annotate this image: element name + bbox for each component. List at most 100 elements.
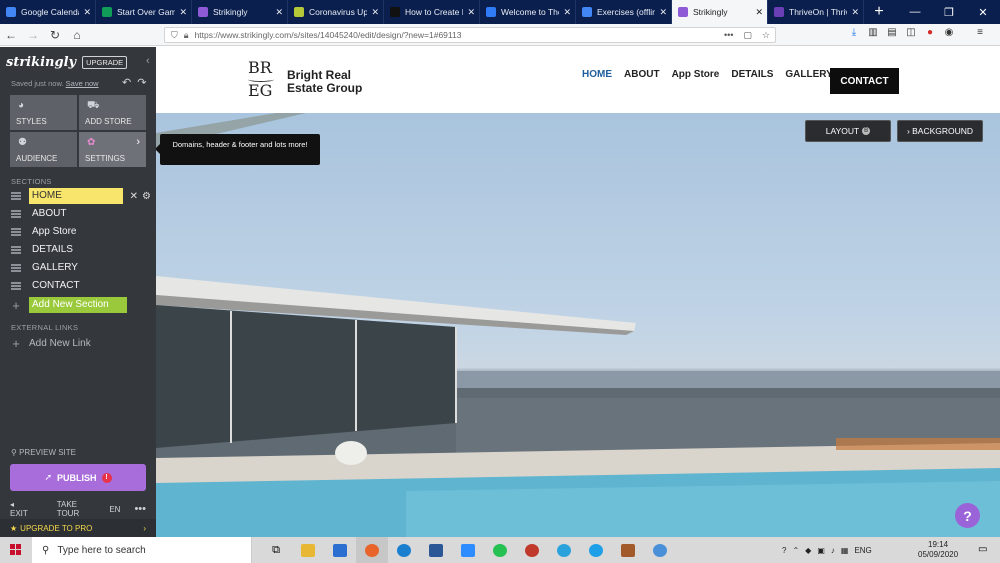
telegram-icon[interactable] — [548, 537, 580, 563]
undo-icon[interactable]: ↶ — [122, 77, 137, 89]
section-item-home[interactable]: HOME ✕ ⚙ — [11, 187, 151, 205]
close-tab-icon[interactable]: ✕ — [83, 7, 91, 18]
adblock-icon[interactable]: ● — [924, 27, 936, 41]
layout-button[interactable]: LAYOUT B — [805, 120, 891, 142]
browser-tab[interactable]: Google Calendar ✕ — [0, 0, 96, 24]
edge-icon[interactable] — [388, 537, 420, 563]
section-item-about[interactable]: ABOUT — [11, 205, 151, 223]
browser-tab[interactable]: Coronavirus Upd ✕ — [288, 0, 384, 24]
whatsapp-icon[interactable] — [484, 537, 516, 563]
tray-chevron-up-icon[interactable]: ⌃ — [792, 546, 799, 555]
language-button[interactable]: EN — [109, 505, 120, 514]
preview-site-label[interactable]: PREVIEW SITE — [19, 448, 76, 457]
section-item-details[interactable]: DETAILS — [11, 241, 151, 259]
nav-app-store[interactable]: App Store — [672, 69, 720, 80]
nav-about[interactable]: ABOUT — [624, 69, 660, 80]
site-logo[interactable]: BR EG — [248, 59, 274, 100]
settings-tool[interactable]: ✿ › SETTINGS — [79, 132, 146, 167]
preview-site[interactable]: ⚲ PREVIEW SITE — [11, 448, 76, 457]
url-bar[interactable]: ⛉ 🔒︎ https://www.strikingly.com/s/sites/… — [164, 27, 776, 43]
section-label[interactable]: DETAILS — [29, 242, 73, 258]
nav-home[interactable]: HOME — [582, 69, 612, 80]
more-actions-icon[interactable]: ••• — [724, 30, 733, 40]
firefox-icon[interactable] — [356, 537, 388, 563]
reload-icon[interactable]: ↻ — [44, 28, 66, 42]
close-tab-icon[interactable]: ✕ — [659, 7, 667, 18]
restore-icon[interactable]: ❐ — [932, 0, 966, 24]
company-name[interactable]: Bright Real Estate Group — [287, 69, 362, 95]
download-icon[interactable]: ⤓ — [848, 27, 860, 41]
settings-app-icon[interactable] — [516, 537, 548, 563]
chat-app-icon[interactable] — [644, 537, 676, 563]
store-app-icon[interactable] — [612, 537, 644, 563]
tray-app-icon[interactable]: ▦ — [841, 546, 849, 555]
add-new-section[interactable]: + Add New Section — [11, 296, 151, 314]
close-tab-icon[interactable]: ✕ — [371, 7, 379, 18]
browser-tab[interactable]: Welcome to The ✕ — [480, 0, 576, 24]
help-tray-icon[interactable]: ? — [782, 546, 786, 555]
drag-handle-icon[interactable] — [11, 246, 21, 254]
browser-tab[interactable]: Exercises (offline ✕ — [576, 0, 672, 24]
forward-icon[interactable]: → — [22, 28, 44, 42]
publish-button[interactable]: ➚ PUBLISH ! — [10, 464, 146, 491]
extension-icon[interactable]: ◉ — [943, 27, 955, 41]
contact-button[interactable]: CONTACT — [830, 68, 899, 94]
bookmark-star-icon[interactable]: ☆ — [762, 30, 770, 41]
url-text[interactable]: https://www.strikingly.com/s/sites/14045… — [195, 30, 719, 40]
drag-handle-icon[interactable] — [11, 210, 21, 218]
start-button[interactable] — [0, 537, 32, 563]
more-icon[interactable]: ••• — [134, 503, 146, 515]
drag-handle-icon[interactable] — [11, 282, 21, 290]
upgrade-to-pro-button[interactable]: ★ UPGRADE TO PRO › — [0, 519, 156, 537]
audience-tool[interactable]: ⚉ AUDIENCE — [10, 132, 77, 167]
exit-button[interactable]: ◂ EXIT — [10, 500, 43, 518]
notifications-icon[interactable]: ▭ — [978, 544, 987, 555]
gear-icon[interactable]: ⚙ — [142, 191, 151, 202]
nav-gallery[interactable]: GALLERY — [785, 69, 832, 80]
shield-icon[interactable]: ⛉ — [171, 30, 178, 41]
hero-image[interactable]: Domains, header & footer and lots more! … — [156, 113, 1000, 537]
add-store-tool[interactable]: ⛟ ADD STORE — [79, 95, 146, 130]
section-item-contact[interactable]: CONTACT — [11, 277, 151, 295]
dropbox-icon[interactable]: ◆ — [805, 546, 811, 555]
save-now-link[interactable]: Save now — [66, 79, 99, 88]
browser-tab[interactable]: Start Over Game ✕ — [96, 0, 192, 24]
add-new-link[interactable]: + Add New Link — [11, 334, 151, 352]
task-view-icon[interactable]: ⧉ — [260, 537, 292, 563]
help-button[interactable]: ? — [955, 503, 980, 528]
upgrade-button[interactable]: UPGRADE — [82, 56, 128, 69]
taskbar-search[interactable]: ⚲ Type here to search — [32, 537, 252, 563]
close-window-icon[interactable]: ✕ — [966, 0, 1000, 24]
browser-tab[interactable]: Strikingly ✕ — [672, 0, 768, 24]
styles-tool[interactable]: ◕ STYLES — [10, 95, 77, 130]
language-indicator[interactable]: ENG — [854, 546, 871, 555]
delete-section-icon[interactable]: ✕ — [130, 191, 138, 202]
skype-icon[interactable] — [580, 537, 612, 563]
word-icon[interactable] — [420, 537, 452, 563]
close-tab-icon[interactable]: ✕ — [275, 7, 283, 18]
section-label[interactable]: CONTACT — [29, 278, 80, 294]
section-item-gallery[interactable]: GALLERY — [11, 259, 151, 277]
pocket-icon[interactable]: ▢ — [743, 30, 752, 41]
background-button[interactable]: › BACKGROUND — [897, 120, 983, 142]
browser-tab[interactable]: Strikingly ✕ — [192, 0, 288, 24]
screenshot-icon[interactable]: ◫ — [905, 27, 917, 41]
close-tab-icon[interactable]: ✕ — [851, 7, 859, 18]
browser-tab[interactable]: How to Create M ✕ — [384, 0, 480, 24]
close-tab-icon[interactable]: ✕ — [179, 7, 187, 18]
add-new-section-button[interactable]: Add New Section — [29, 297, 127, 313]
minimize-icon[interactable]: — — [898, 0, 932, 24]
browser-tab[interactable]: ThriveOn | Thriv ✕ — [768, 0, 864, 24]
taskbar-clock[interactable]: 19:14 05/09/2020 — [918, 540, 958, 560]
sidebar-toggle-icon[interactable]: ▤ — [886, 27, 898, 41]
home-icon[interactable]: ⌂ — [66, 28, 88, 42]
drag-handle-icon[interactable] — [11, 192, 21, 200]
section-label[interactable]: App Store — [29, 224, 76, 240]
collapse-sidebar-icon[interactable]: ‹ — [146, 55, 150, 67]
menu-icon[interactable]: ≡ — [974, 27, 986, 41]
mail-icon[interactable] — [324, 537, 356, 563]
drag-handle-icon[interactable] — [11, 228, 21, 236]
file-explorer-icon[interactable] — [292, 537, 324, 563]
close-tab-icon[interactable]: ✕ — [467, 7, 475, 18]
section-label[interactable]: GALLERY — [29, 260, 78, 276]
